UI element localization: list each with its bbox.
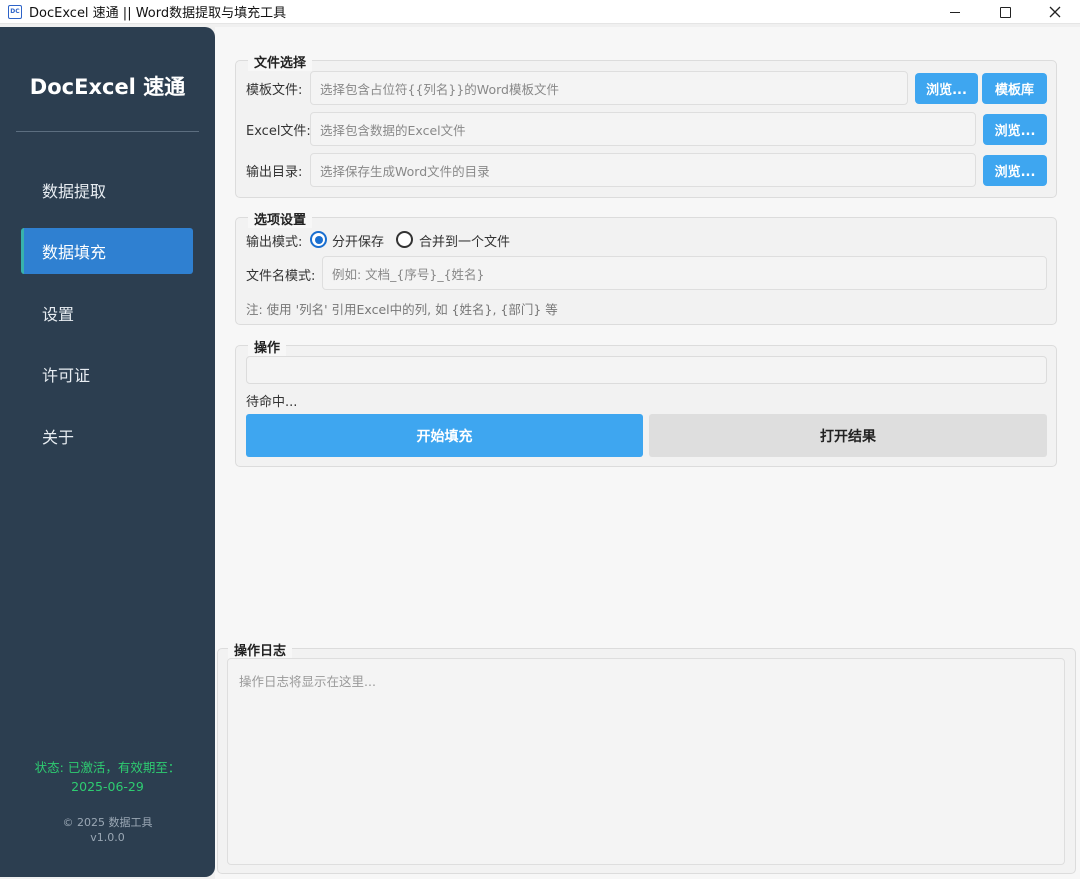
separate-save-label[interactable]: 分开保存 <box>332 231 384 250</box>
app-icon: DC <box>8 4 22 19</box>
license-status-text: 状态: 已激活，有效期至： <box>34 760 181 775</box>
open-result-button[interactable]: 打开结果 <box>649 414 1047 457</box>
close-icon[interactable] <box>1030 0 1080 24</box>
sidebar-item-data-extract[interactable]: 数据提取 <box>21 167 193 213</box>
status-text: 待命中... <box>246 395 298 410</box>
license-status: 状态: 已激活，有效期至： 2025-06-29 <box>0 758 215 796</box>
log-group: 操作日志 操作日志将显示在这里... <box>217 640 1076 874</box>
output-browse-button[interactable]: 浏览... <box>983 155 1047 186</box>
license-expiry-date: 2025-06-29 <box>71 779 144 794</box>
output-dir-label: 输出目录: <box>246 165 303 180</box>
copyright-text: © 2025 数据工具 <box>62 816 153 829</box>
title-bar: DC DocExcel 速通 || Word数据提取与填充工具 <box>0 0 1080 24</box>
sidebar-item-settings[interactable]: 设置 <box>21 290 193 336</box>
sidebar-footer: © 2025 数据工具 v1.0.0 <box>0 815 215 845</box>
file-select-group: 文件选择 模板文件: 选择包含占位符{{列名}}的Word模板文件 浏览... … <box>235 52 1057 198</box>
actions-group: 操作 待命中... 开始填充 打开结果 <box>235 337 1057 467</box>
log-textarea[interactable]: 操作日志将显示在这里... <box>227 658 1065 865</box>
minimize-icon[interactable] <box>930 0 980 24</box>
log-title: 操作日志 <box>228 640 293 659</box>
filename-pattern-input[interactable]: 例如: 文档_{序号}_{姓名} <box>322 256 1047 290</box>
actions-title: 操作 <box>248 337 287 356</box>
output-dir-input[interactable]: 选择保存生成Word文件的目录 <box>310 153 976 187</box>
template-browse-button[interactable]: 浏览... <box>915 73 978 104</box>
options-title: 选项设置 <box>248 209 313 228</box>
progress-bar <box>246 356 1047 384</box>
sidebar: DocExcel 速通 数据提取 数据填充 设置 许可证 关于 状态: 已激活，… <box>0 27 215 877</box>
radio-separate-save[interactable] <box>310 231 327 248</box>
brand-divider <box>16 131 199 132</box>
version-text: v1.0.0 <box>90 831 125 844</box>
sidebar-item-license[interactable]: 许可证 <box>21 351 193 397</box>
radio-merge-file[interactable] <box>396 231 413 248</box>
template-file-label: 模板文件: <box>246 83 303 98</box>
template-file-input[interactable]: 选择包含占位符{{列名}}的Word模板文件 <box>310 71 908 105</box>
window-controls <box>930 0 1080 24</box>
output-mode-label: 输出模式: <box>246 235 303 250</box>
filename-note: 注: 使用 '列名' 引用Excel中的列, 如 {姓名}, {部门} 等 <box>246 302 558 317</box>
merge-file-label[interactable]: 合并到一个文件 <box>419 231 510 250</box>
excel-file-label: Excel文件: <box>246 124 311 139</box>
sidebar-item-about[interactable]: 关于 <box>21 413 193 459</box>
excel-file-input[interactable]: 选择包含数据的Excel文件 <box>310 112 976 146</box>
sidebar-item-data-fill[interactable]: 数据填充 <box>21 228 193 274</box>
maximize-icon[interactable] <box>980 0 1030 24</box>
template-library-button[interactable]: 模板库 <box>982 73 1047 104</box>
window-title: DocExcel 速通 || Word数据提取与填充工具 <box>29 6 287 21</box>
filename-pattern-label: 文件名模式: <box>246 269 316 284</box>
excel-browse-button[interactable]: 浏览... <box>983 114 1047 145</box>
start-fill-button[interactable]: 开始填充 <box>246 414 643 457</box>
main-panel: 文件选择 模板文件: 选择包含占位符{{列名}}的Word模板文件 浏览... … <box>215 27 1080 879</box>
options-group: 选项设置 输出模式: 分开保存 合并到一个文件 文件名模式: 例如: 文档_{序… <box>235 209 1057 325</box>
file-select-title: 文件选择 <box>248 52 313 71</box>
brand-title: DocExcel 速通 <box>29 75 186 99</box>
